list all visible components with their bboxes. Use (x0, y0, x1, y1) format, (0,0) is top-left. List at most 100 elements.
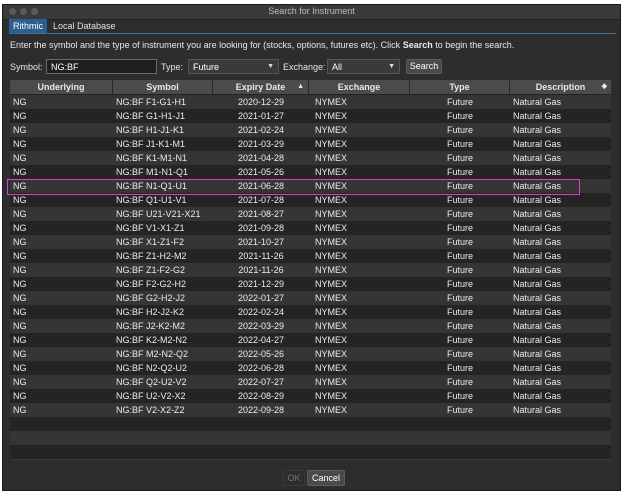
type-select[interactable]: Future ▼ (188, 59, 279, 74)
cell-expiry-date: 2022-01-27 (237, 293, 285, 303)
cell-type: Future (446, 139, 473, 149)
exchange-select[interactable]: All ▼ (327, 59, 400, 74)
cell-type: Future (446, 237, 473, 247)
cell-type: Future (446, 97, 473, 107)
cell-exchange: NYMEX (315, 237, 348, 247)
cell-underlying: NG (13, 335, 27, 345)
table-row[interactable]: NG NG:BF M2-N2-Q2 2022-05-26 NYMEX Future Nat… (10, 347, 611, 361)
chevron-down-icon: ▼ (267, 63, 274, 70)
cell-expiry-date: 2022-05-26 (237, 349, 285, 359)
cell-underlying: NG (13, 363, 27, 373)
cell-expiry-date: 2021-07-28 (237, 195, 285, 205)
table-row[interactable]: NG NG:BF U21-V21-X21 2021-08-27 NYMEX Future… (10, 207, 611, 221)
empty-row (10, 417, 611, 431)
cell-expiry-date: 2021-09-28 (237, 223, 285, 233)
cell-exchange: NYMEX (315, 391, 348, 401)
table-row[interactable]: NG NG:BF Q1-U1-V1 2021-07-28 NYMEX Future Nat… (10, 193, 611, 207)
results-table: Underlying Symbol Expiry Date ▲ Exchange … (10, 80, 611, 460)
cell-expiry-date: 2021-08-27 (237, 209, 285, 219)
col-header-symbol[interactable]: Symbol (113, 80, 213, 94)
search-row: Symbol: NG:BF Type: Future ▼ Exchange: Al… (10, 59, 610, 75)
cell-expiry-date: 2021-04-28 (237, 153, 285, 163)
cell-underlying: NG (13, 167, 27, 177)
cell-exchange: NYMEX (315, 279, 348, 289)
col-header-underlying[interactable]: Underlying (10, 80, 113, 94)
cell-symbol: NG:BF H2-J2-K2 (116, 307, 185, 317)
cell-description: Natural Gas (513, 209, 562, 219)
tab-rithmic[interactable]: Rithmic (9, 19, 48, 33)
cell-symbol: NG:BF V1-X1-Z1 (116, 223, 185, 233)
cell-symbol: NG:BF G1-H1-J1 (116, 111, 186, 121)
cell-expiry-date: 2022-02-24 (237, 307, 285, 317)
cell-symbol: NG:BF Z1-H2-M2 (116, 251, 187, 261)
cell-type: Future (446, 279, 473, 289)
table-row[interactable]: NG NG:BF G2-H2-J2 2022-01-27 NYMEX Future Nat… (10, 291, 611, 305)
cell-symbol: NG:BF K2-M2-N2 (116, 335, 188, 345)
table-row[interactable]: NG NG:BF Q2-U2-V2 2022-07-27 NYMEX Future Nat… (10, 375, 611, 389)
cell-expiry-date: 2021-11-26 (238, 251, 284, 261)
cell-exchange: NYMEX (315, 125, 348, 135)
cell-type: Future (446, 321, 473, 331)
table-row[interactable]: NG NG:BF K1-M1-N1 2021-04-28 NYMEX Future Nat… (10, 151, 611, 165)
source-tabs: Rithmic Local Database (9, 19, 120, 33)
cell-type: Future (446, 307, 473, 317)
tab-local-database[interactable]: Local Database (49, 19, 120, 33)
search-button[interactable]: Search (406, 59, 442, 74)
table-row[interactable]: NG NG:BF U2-V2-X2 2022-08-29 NYMEX Future Nat… (10, 389, 611, 403)
col-header-exchange[interactable]: Exchange (309, 80, 410, 94)
type-select-value: Future (193, 62, 220, 72)
table-row[interactable]: NG NG:BF Z1-F2-G2 2021-11-26 NYMEX Future Nat… (10, 263, 611, 277)
table-row[interactable]: NG NG:BF F2-G2-H2 2021-12-29 NYMEX Future Nat… (10, 277, 611, 291)
cell-type: Future (446, 405, 473, 415)
exchange-label: Exchange: (283, 62, 326, 72)
cell-expiry-date: 2022-03-29 (237, 321, 285, 331)
cell-type: Future (446, 363, 473, 373)
cell-description: Natural Gas (513, 251, 562, 261)
table-row[interactable]: NG NG:BF H1-J1-K1 2021-02-24 NYMEX Future Nat… (10, 123, 611, 137)
table-row[interactable]: NG NG:BF M1-N1-Q1 2021-05-26 NYMEX Future Nat… (10, 165, 611, 179)
table-row[interactable]: NG NG:BF F1-G1-H1 2020-12-29 NYMEX Future Nat… (10, 95, 611, 109)
cell-symbol: NG:BF F1-G1-H1 (116, 97, 187, 107)
table-row[interactable]: NG NG:BF V2-X2-Z2 2022-09-28 NYMEX Future Nat… (10, 403, 611, 417)
cell-exchange: NYMEX (315, 321, 348, 331)
cell-description: Natural Gas (513, 97, 562, 107)
cell-description: Natural Gas (513, 377, 562, 387)
cell-description: Natural Gas (513, 223, 562, 233)
cell-underlying: NG (13, 195, 27, 205)
cell-type: Future (446, 251, 473, 261)
col-header-description[interactable]: Description ◆ (510, 80, 611, 94)
instruction-prefix: Enter the symbol and the type of instrum… (10, 40, 403, 50)
chevron-down-icon: ▼ (388, 63, 395, 70)
cell-exchange: NYMEX (315, 265, 348, 275)
cell-underlying: NG (13, 237, 27, 247)
table-row[interactable]: NG NG:BF Z1-H2-M2 2021-11-26 NYMEX Future Nat… (10, 249, 611, 263)
cell-underlying: NG (13, 293, 27, 303)
cell-exchange: NYMEX (315, 195, 348, 205)
ok-button[interactable]: OK (283, 470, 305, 486)
cell-description: Natural Gas (513, 139, 562, 149)
table-row[interactable]: NG NG:BF K2-M2-N2 2022-04-27 NYMEX Future Nat… (10, 333, 611, 347)
table-row[interactable]: NG NG:BF J2-K2-M2 2022-03-29 NYMEX Future Nat… (10, 319, 611, 333)
col-header-expiry-date-label: Expiry Date (235, 82, 286, 92)
cell-description: Natural Gas (513, 167, 562, 177)
cell-description: Natural Gas (513, 349, 562, 359)
cell-underlying: NG (13, 321, 27, 331)
cell-symbol: NG:BF V2-X2-Z2 (116, 405, 185, 415)
cancel-button[interactable]: Cancel (307, 470, 345, 486)
table-row[interactable]: NG NG:BF N2-Q2-U2 2022-06-28 NYMEX Future Nat… (10, 361, 611, 375)
cell-description: Natural Gas (513, 125, 562, 135)
col-header-type[interactable]: Type (410, 80, 510, 94)
table-row[interactable]: NG NG:BF V1-X1-Z1 2021-09-28 NYMEX Future Nat… (10, 221, 611, 235)
symbol-input[interactable]: NG:BF (46, 59, 157, 74)
tab-underline (9, 33, 616, 34)
cell-type: Future (446, 153, 473, 163)
table-row[interactable]: NG NG:BF X1-Z1-F2 2021-10-27 NYMEX Future Nat… (10, 235, 611, 249)
table-row[interactable]: NG NG:BF H2-J2-K2 2022-02-24 NYMEX Future Nat… (10, 305, 611, 319)
cell-description: Natural Gas (513, 279, 562, 289)
table-row[interactable]: NG NG:BF G1-H1-J1 2021-01-27 NYMEX Future Nat… (10, 109, 611, 123)
cell-symbol: NG:BF M2-N2-Q2 (116, 349, 189, 359)
cell-expiry-date: 2022-09-28 (237, 405, 285, 415)
cell-expiry-date: 2021-10-27 (237, 237, 285, 247)
table-row[interactable]: NG NG:BF J1-K1-M1 2021-03-29 NYMEX Future Nat… (10, 137, 611, 151)
col-header-expiry-date[interactable]: Expiry Date ▲ (213, 80, 309, 94)
